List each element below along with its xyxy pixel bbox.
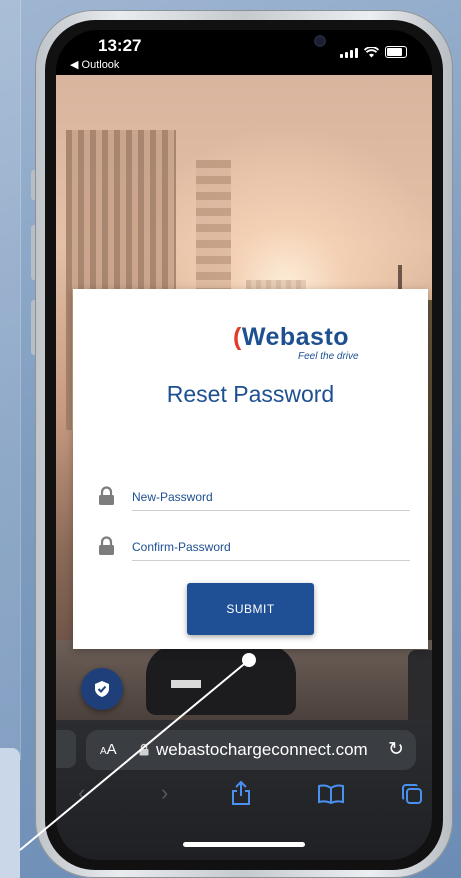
notch xyxy=(176,30,326,60)
previous-tab-preview[interactable] xyxy=(56,730,76,768)
phone-screen: 13:27 ◀ Outlook (Webasto Feel the drive … xyxy=(56,30,432,860)
logo-tagline: Feel the drive xyxy=(298,351,359,362)
text-size-button[interactable]: AA xyxy=(100,741,117,758)
wifi-icon xyxy=(364,47,379,58)
status-bar: 13:27 ◀ Outlook xyxy=(56,30,432,75)
lock-icon xyxy=(99,536,114,555)
lock-icon xyxy=(139,743,149,756)
safari-toolbar: ‹ › xyxy=(56,780,432,820)
address-bar[interactable]: AA webastochargeconnect.com ↻ xyxy=(86,730,416,770)
lock-icon xyxy=(99,486,114,505)
tabs-icon[interactable] xyxy=(401,783,423,805)
back-to-app-link[interactable]: ◀ Outlook xyxy=(70,58,119,71)
background-card xyxy=(0,748,20,878)
home-indicator xyxy=(183,842,305,847)
license-plate xyxy=(171,680,201,688)
bookmarks-icon[interactable] xyxy=(318,784,344,804)
confirm-password-field xyxy=(98,534,410,562)
shield-check-icon xyxy=(95,681,109,697)
safari-bottom-bar: AA webastochargeconnect.com ↻ ‹ › xyxy=(56,720,432,860)
camera-icon xyxy=(316,37,324,45)
webasto-logo: (Webasto Feel the drive xyxy=(233,323,393,362)
privacy-badge-button[interactable] xyxy=(81,668,123,710)
new-password-input[interactable] xyxy=(132,484,410,511)
reload-icon[interactable]: ↻ xyxy=(388,738,404,761)
background-panel xyxy=(0,0,21,760)
status-icons xyxy=(340,46,407,58)
share-icon[interactable] xyxy=(230,780,252,806)
battery-icon xyxy=(385,46,407,58)
status-time: 13:27 xyxy=(98,36,142,55)
car xyxy=(146,645,296,715)
new-password-field xyxy=(98,484,410,512)
confirm-password-input[interactable] xyxy=(132,534,410,561)
logo-wordmark: (Webasto xyxy=(233,323,350,351)
signal-icon xyxy=(340,48,358,58)
reset-password-card: (Webasto Feel the drive Reset Password S… xyxy=(73,289,428,649)
submit-button[interactable]: SUBMIT xyxy=(187,583,314,635)
page-title: Reset Password xyxy=(166,381,335,407)
url-text: webastochargeconnect.com xyxy=(156,740,368,759)
back-icon[interactable]: ‹ xyxy=(78,780,85,806)
forward-icon[interactable]: › xyxy=(161,780,168,806)
